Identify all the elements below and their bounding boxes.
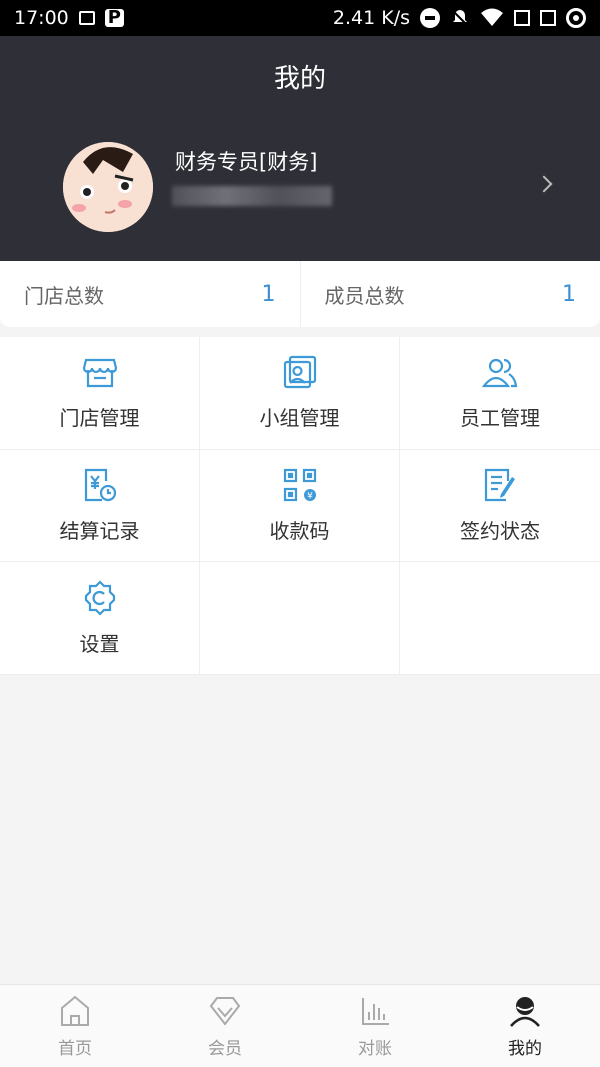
stats-card: 门店总数 1 成员总数 1 bbox=[0, 261, 600, 327]
menu-label: 收款码 bbox=[269, 518, 330, 543]
menu-grid: 门店管理 小组管理 员工管理 结算记录 ¥ 收款码 签约状态 设置 bbox=[0, 337, 600, 675]
tab-label: 我的 bbox=[508, 1038, 542, 1059]
avatar-face-icon bbox=[63, 142, 153, 232]
image-notification-icon bbox=[78, 11, 95, 25]
menu-item-contract-status[interactable]: 签约状态 bbox=[400, 450, 600, 563]
menu-item-settings[interactable]: 设置 bbox=[0, 562, 200, 675]
tab-label: 首页 bbox=[58, 1038, 92, 1059]
tab-label: 会员 bbox=[208, 1038, 242, 1059]
menu-item-staff-management[interactable]: 员工管理 bbox=[400, 337, 600, 450]
parking-app-icon: P bbox=[104, 9, 124, 27]
wifi-icon bbox=[481, 8, 503, 26]
stat-label: 成员总数 bbox=[324, 283, 405, 308]
empty-cell bbox=[200, 562, 400, 675]
menu-label: 员工管理 bbox=[460, 406, 540, 431]
stat-value: 1 bbox=[261, 281, 276, 307]
avatar[interactable] bbox=[63, 142, 153, 232]
battery-ring-icon bbox=[566, 8, 586, 28]
home-icon bbox=[61, 995, 89, 1026]
tab-mine[interactable]: 我的 bbox=[450, 985, 600, 1067]
menu-label: 设置 bbox=[79, 631, 120, 656]
diamond-icon bbox=[209, 996, 241, 1026]
no-sim-icon-2 bbox=[540, 10, 556, 26]
tab-reconciliation[interactable]: 对账 bbox=[300, 985, 450, 1067]
contract-icon bbox=[484, 468, 515, 502]
bar-chart-icon bbox=[362, 997, 389, 1025]
store-icon bbox=[82, 359, 117, 388]
menu-label: 小组管理 bbox=[259, 406, 340, 431]
tab-members[interactable]: 会员 bbox=[150, 985, 300, 1067]
no-sim-icon bbox=[514, 10, 530, 26]
stat-member-count[interactable]: 成员总数 1 bbox=[299, 261, 600, 327]
bottom-tab-bar: 首页 会员 对账 我的 bbox=[0, 984, 600, 1067]
user-icon bbox=[510, 996, 540, 1027]
do-not-disturb-icon bbox=[420, 8, 440, 28]
settlement-icon bbox=[84, 468, 116, 502]
status-bar: 17:00 P 2.41 K/s bbox=[0, 0, 600, 36]
menu-label: 签约状态 bbox=[460, 518, 540, 543]
menu-item-payment-qr[interactable]: ¥ 收款码 bbox=[200, 449, 400, 563]
bell-off-icon bbox=[452, 10, 468, 26]
svg-text:¥: ¥ bbox=[307, 491, 313, 501]
qr-code-icon: ¥ bbox=[283, 468, 316, 501]
tab-label: 对账 bbox=[358, 1038, 392, 1059]
page-title: 我的 bbox=[273, 64, 326, 94]
menu-label: 门店管理 bbox=[59, 406, 140, 431]
group-icon bbox=[283, 356, 316, 389]
network-speed: 2.41 K/s bbox=[332, 7, 410, 29]
chevron-right-icon[interactable] bbox=[535, 175, 553, 193]
settings-icon bbox=[84, 580, 115, 616]
tab-home[interactable]: 首页 bbox=[0, 985, 150, 1067]
profile-header: 我的 财务专员[财务] bbox=[0, 36, 600, 261]
menu-label: 结算记录 bbox=[59, 518, 140, 543]
stat-store-count[interactable]: 门店总数 1 bbox=[0, 261, 300, 327]
stat-label: 门店总数 bbox=[24, 283, 104, 308]
staff-icon bbox=[482, 359, 518, 388]
menu-item-settlement-records[interactable]: 结算记录 bbox=[0, 449, 200, 563]
empty-cell bbox=[400, 562, 600, 675]
menu-item-group-management[interactable]: 小组管理 bbox=[200, 337, 400, 450]
stat-value: 1 bbox=[562, 281, 576, 307]
status-time: 17:00 bbox=[14, 7, 69, 29]
blurred-account-info bbox=[172, 186, 332, 206]
profile-name: 财务专员[财务] bbox=[175, 150, 318, 174]
menu-item-store-management[interactable]: 门店管理 bbox=[0, 337, 200, 450]
